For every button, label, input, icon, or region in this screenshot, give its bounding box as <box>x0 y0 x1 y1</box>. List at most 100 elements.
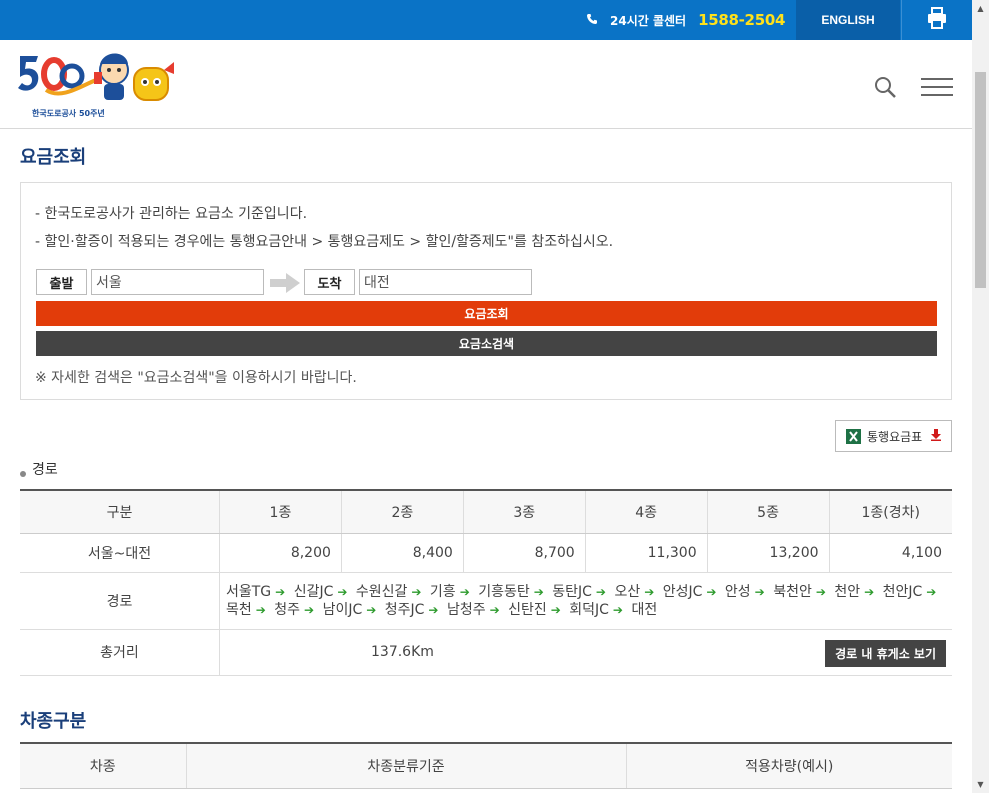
route-stop: 신갈JC ➔ <box>294 584 352 600</box>
search-icon <box>874 77 898 104</box>
search-button[interactable] <box>874 76 898 100</box>
route-stop-name: 안성JC <box>662 583 703 600</box>
vehicle-header-row: 차종 차종분류기준 적용차량(예시) <box>20 742 952 789</box>
arrow-right-icon <box>270 273 300 297</box>
route-stop-name: 대전 <box>631 601 658 618</box>
menu-button[interactable] <box>921 78 953 98</box>
route-title-text: 경로 <box>32 462 58 478</box>
route-arrow-icon: ➔ <box>644 584 655 599</box>
callcenter-number[interactable]: 1588-2504 <box>698 11 785 29</box>
header-cell: 구분 <box>20 489 220 534</box>
route-arrow-icon: ➔ <box>255 602 266 617</box>
route-stop: 남청주 ➔ <box>447 602 504 618</box>
route-stop-name: 동탄JC <box>552 583 592 600</box>
route-stop-name: 북천안 <box>773 583 812 600</box>
note-line: - 한국도로공사가 관리하는 요금소 기준입니다. <box>35 206 308 222</box>
header-cell: 2종 <box>340 489 464 534</box>
fare-table: 구분 1종 2종 3종 4종 5종 1종(경차) 서울~대전 8,200 8,4… <box>20 489 952 676</box>
route-arrow-icon: ➔ <box>411 584 422 599</box>
header-cell: 차종 <box>20 742 186 789</box>
route-stop-name: 청주 <box>274 601 301 618</box>
route-arrow-icon: ➔ <box>304 602 315 617</box>
route-arrow-icon: ➔ <box>550 602 561 617</box>
route-arrow-icon: ➔ <box>926 584 937 599</box>
distance-row-label: 총거리 <box>20 629 220 676</box>
print-button[interactable] <box>901 0 972 40</box>
depart-label: 출발 <box>36 269 87 295</box>
route-stops-list: 서울TG ➔ 신갈JC ➔ 수원신갈 ➔ 기흥 ➔ 기흥동탄 ➔ 동탄JC ➔ 오산 ➔ 안성… <box>226 583 946 619</box>
route-stop: 동탄JC ➔ <box>552 584 610 600</box>
route-stop-name: 오산 <box>614 583 641 600</box>
route-stop-name: 청주JC <box>384 601 425 618</box>
route-stop-name: 회덕JC <box>569 601 609 618</box>
toll-table-label: 통행요금표 <box>867 429 923 444</box>
fare-value: 8,400 <box>340 533 464 573</box>
route-stop-name: 안성 <box>724 583 751 600</box>
phone-icon <box>586 13 598 28</box>
depart-input[interactable] <box>91 269 264 295</box>
english-button[interactable]: ENGLISH <box>796 0 900 40</box>
route-stop: 안성 ➔ <box>725 584 769 600</box>
route-stop: 오산 ➔ <box>614 584 658 600</box>
fare-value: 13,200 <box>706 533 830 573</box>
arrive-label: 도착 <box>304 269 355 295</box>
header-cell: 3종 <box>462 489 586 534</box>
callcenter-label: 24시간 콜센터 <box>610 13 687 28</box>
header-cell: 1종 <box>219 489 342 534</box>
site-logo[interactable]: 한국도로공사 50주년 <box>16 50 176 118</box>
search-hint: ※ 자세한 검색은 "요금소검색"을 이용하시기 바랍니다. <box>35 370 357 386</box>
route-arrow-icon: ➔ <box>754 584 765 599</box>
callcenter: 24시간 콜센터 1588-2504 <box>586 0 785 40</box>
fare-value: 8,700 <box>462 533 586 573</box>
route-arrow-icon: ➔ <box>612 602 623 617</box>
distance-value: 137.6Km <box>371 644 434 660</box>
hamburger-icon <box>921 78 953 80</box>
route-stop: 안성JC ➔ <box>663 584 721 600</box>
tollgate-search-button[interactable]: 요금소검색 <box>36 331 937 356</box>
distance-row: 총거리 137.6Km 경로 내 휴게소 보기 <box>20 629 952 676</box>
route-stop-name: 서울TG <box>226 583 272 600</box>
scroll-down-arrow-icon[interactable]: ▼ <box>972 776 989 793</box>
header-cell: 차종분류기준 <box>185 742 626 789</box>
download-icon <box>930 428 942 444</box>
route-arrow-icon: ➔ <box>489 602 500 617</box>
page-title: 요금조회 <box>20 147 87 168</box>
route-stop: 남이JC ➔ <box>323 602 381 618</box>
top-bar: 24시간 콜센터 1588-2504 ENGLISH <box>0 0 972 40</box>
bullet-icon <box>20 471 26 477</box>
route-stop: 수원신갈 ➔ <box>356 584 426 600</box>
route-stop: 기흥 ➔ <box>430 584 474 600</box>
scroll-thumb[interactable] <box>975 72 986 288</box>
route-arrow-icon: ➔ <box>366 602 377 617</box>
route-stop: 북천안 ➔ <box>773 584 830 600</box>
route-stop-name: 신탄진 <box>508 601 547 618</box>
scrollbar[interactable]: ▲ ▼ <box>972 0 989 793</box>
hamburger-line <box>921 94 953 96</box>
route-stop-name: 목천 <box>226 601 252 618</box>
route-stop: 천안 ➔ <box>834 584 878 600</box>
route-stop-name: 천안 <box>834 583 861 600</box>
fee-search-button[interactable]: 요금조회 <box>36 301 937 326</box>
route-stop-name: 남청주 <box>446 601 486 618</box>
route-stop: 신탄진 ➔ <box>508 602 565 618</box>
note-line: - 할인·할증이 적용되는 경우에는 통행요금안내 > 통행요금제도 > 할인/… <box>35 234 614 250</box>
arrive-input[interactable] <box>359 269 532 295</box>
vehicle-table: 차종 차종분류기준 적용차량(예시) <box>20 742 952 789</box>
toll-table-download-button[interactable]: 통행요금표 <box>835 420 952 452</box>
route-stop-name: 기흥 <box>429 583 456 600</box>
route-row: 경로 서울TG ➔ 신갈JC ➔ 수원신갈 ➔ 기흥 ➔ 기흥동탄 ➔ 동탄JC ➔ 오산 ➔… <box>20 572 952 630</box>
scroll-up-arrow-icon[interactable]: ▲ <box>972 0 989 17</box>
rest-area-button[interactable]: 경로 내 휴게소 보기 <box>825 639 946 667</box>
route-stop: 대전 <box>631 602 657 618</box>
fare-header-row: 구분 1종 2종 3종 4종 5종 1종(경차) <box>20 489 952 534</box>
fare-value: 8,200 <box>219 533 342 573</box>
route-stop: 목천 ➔ <box>226 602 270 618</box>
hamburger-line <box>921 86 953 88</box>
route-stop-name: 남이JC <box>322 601 363 618</box>
route-stop: 기흥동탄 ➔ <box>478 584 548 600</box>
header-cell: 1종(경차) <box>828 489 952 534</box>
route-stop: 서울TG ➔ <box>226 584 289 600</box>
header-cell: 4종 <box>584 489 708 534</box>
route-stop-name: 기흥동탄 <box>478 583 530 600</box>
fare-value: 4,100 <box>828 533 952 573</box>
